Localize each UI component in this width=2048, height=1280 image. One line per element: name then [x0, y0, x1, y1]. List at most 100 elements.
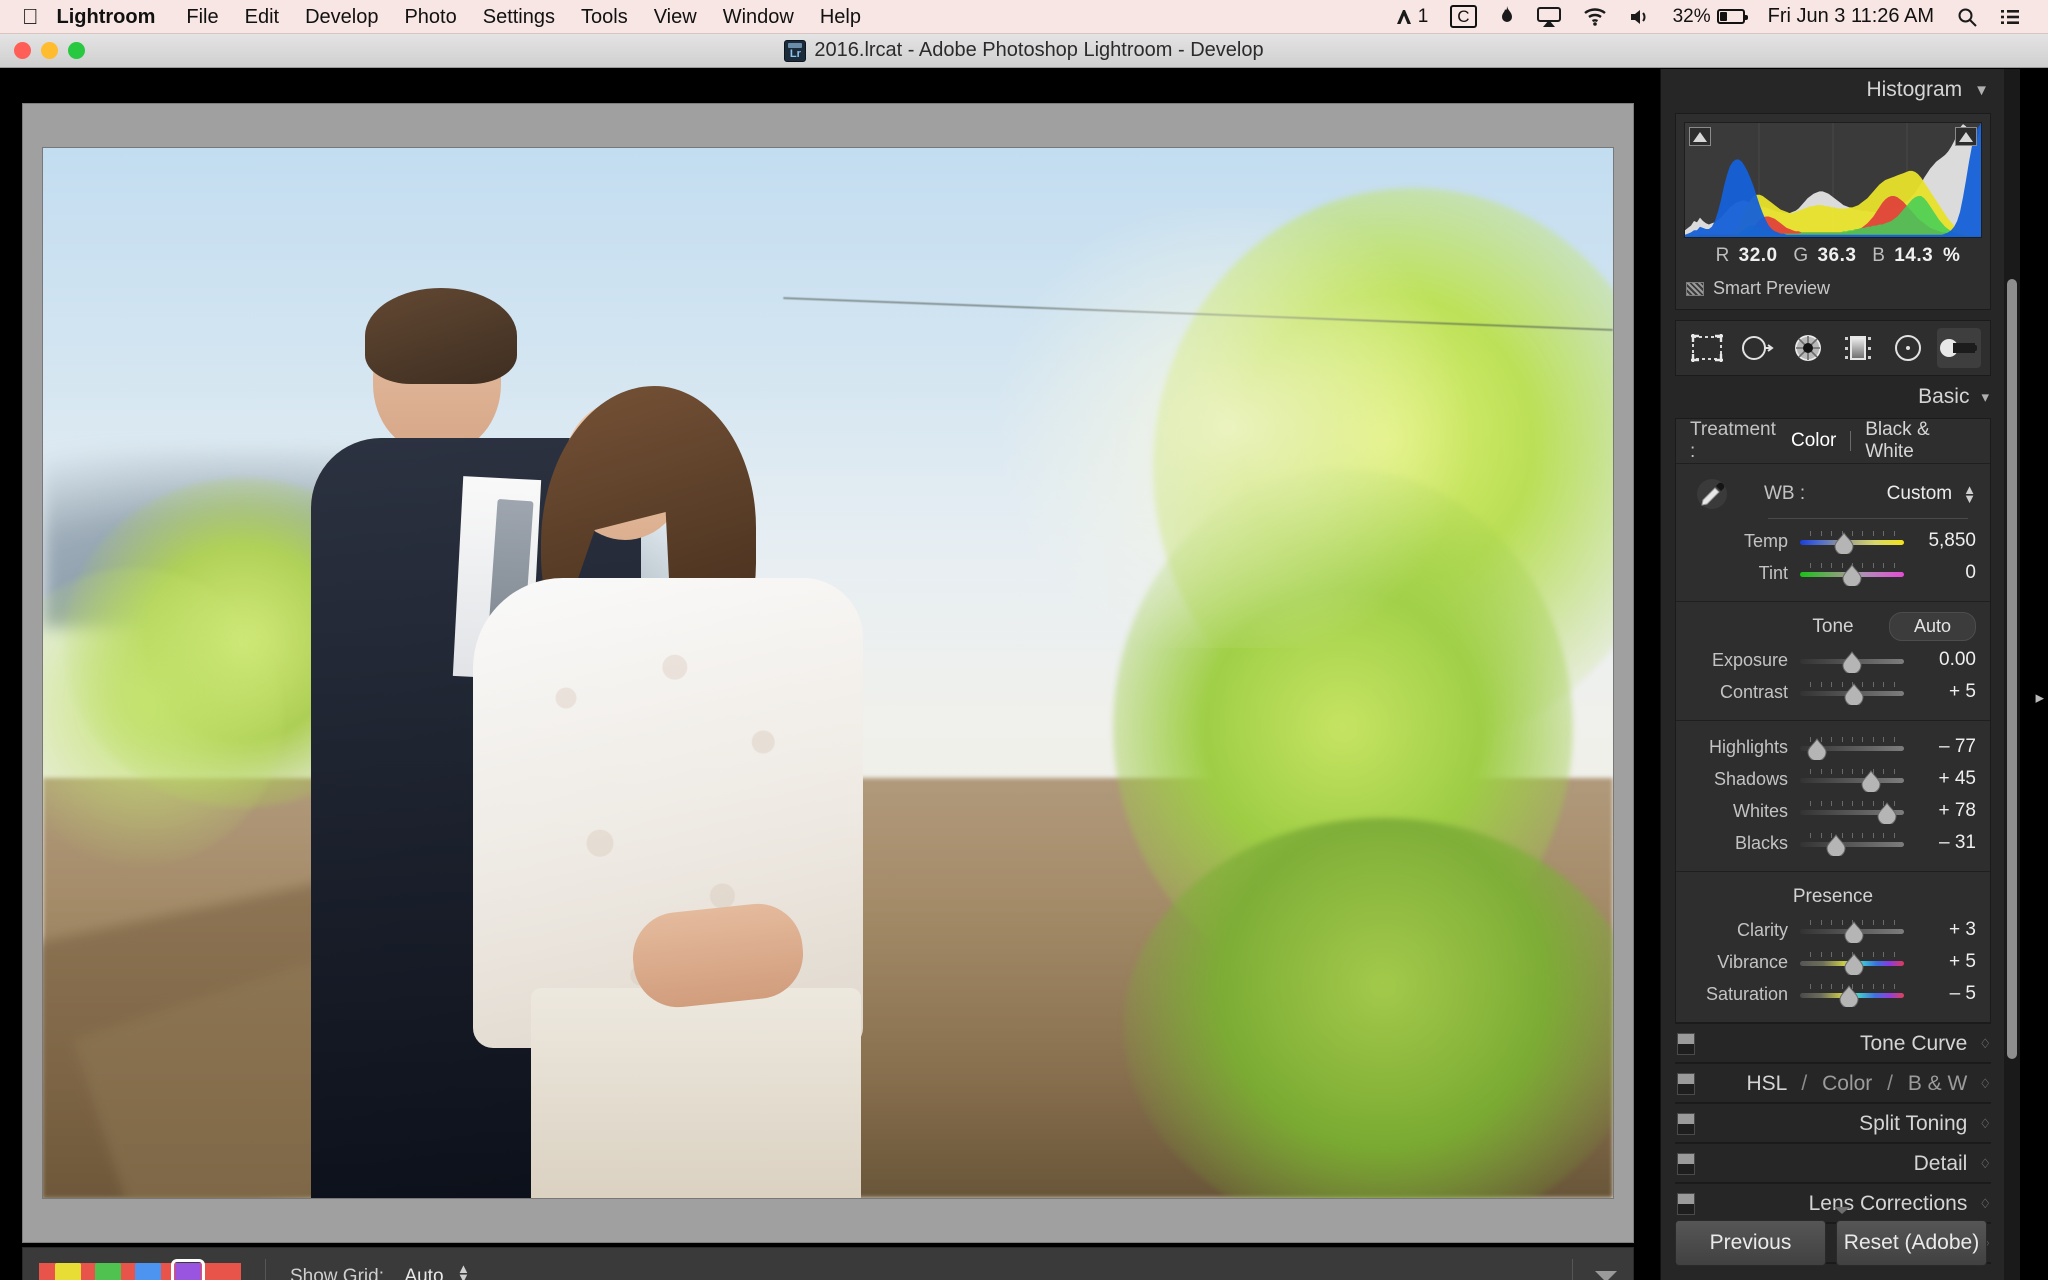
- menu-item-file[interactable]: File: [173, 0, 231, 34]
- slider-row-highlights: Highlights – 77: [1676, 731, 1990, 763]
- panel-enable-switch[interactable]: [1677, 1153, 1695, 1175]
- photo-canvas[interactable]: [22, 103, 1634, 1243]
- show-grid-value[interactable]: Auto: [404, 1266, 443, 1280]
- slider-temp[interactable]: [1800, 529, 1904, 556]
- scrollbar-thumb[interactable]: [2007, 279, 2017, 1059]
- panel-disclosure-icon[interactable]: ♢: [1979, 1076, 1991, 1092]
- apple-menu-icon[interactable]: : [0, 5, 55, 28]
- slider-blacks[interactable]: [1800, 831, 1904, 858]
- slider-exposure[interactable]: [1800, 648, 1904, 675]
- menu-item-settings[interactable]: Settings: [470, 0, 568, 34]
- adobe-cc-icon[interactable]: 1: [1383, 0, 1440, 34]
- panel-row-hsl-color-bw[interactable]: HSL / Color / B & W ♢: [1675, 1063, 1991, 1104]
- color-label-blue[interactable]: [171, 1259, 205, 1280]
- basic-title: Basic: [1918, 385, 1970, 408]
- adjustment-brush-tool[interactable]: [1936, 328, 1981, 368]
- adobe-cc-count: 1: [1417, 5, 1429, 27]
- color-label[interactable]: Color: [1822, 1072, 1872, 1095]
- menu-item-edit[interactable]: Edit: [232, 0, 292, 34]
- panel-disclosure-icon[interactable]: ♢: [1979, 1156, 1991, 1172]
- basic-section-header[interactable]: Basic ▾: [1661, 376, 2005, 418]
- red-eye-correction-tool[interactable]: [1786, 328, 1830, 368]
- shadow-clipping-indicator[interactable]: [1689, 127, 1711, 146]
- bw-label[interactable]: B & W: [1908, 1072, 1968, 1095]
- show-grid-stepper-icon[interactable]: ▲ ▼: [457, 1262, 470, 1280]
- panel-group-collapse-arrow[interactable]: [1834, 1207, 1850, 1214]
- graduated-filter-tool[interactable]: [1836, 328, 1880, 368]
- menu-item-develop[interactable]: Develop: [292, 0, 391, 34]
- auto-tone-button[interactable]: Auto: [1888, 612, 1976, 641]
- panel-enable-switch[interactable]: [1677, 1193, 1695, 1215]
- panel-row-tone-curve[interactable]: Tone Curve ♢: [1675, 1023, 1991, 1064]
- slider-whites[interactable]: [1800, 799, 1904, 826]
- toolbar-chevron-down-icon[interactable]: [1595, 1270, 1617, 1280]
- develop-right-panel: Histogram ▼ R 32.0 G 36.3 B 14.3 % Smart…: [1660, 69, 2020, 1280]
- white-balance-selector-icon[interactable]: [1690, 474, 1734, 514]
- window-title: Lr 2016.lrcat - Adobe Photoshop Lightroo…: [0, 34, 2048, 68]
- panel-row-split-toning[interactable]: Split Toning ♢: [1675, 1103, 1991, 1144]
- panel-title-tone-curve: Tone Curve: [1859, 1031, 1968, 1055]
- slider-value-blacks: – 31: [1939, 832, 1976, 853]
- menu-item-view[interactable]: View: [641, 0, 710, 34]
- slider-clarity[interactable]: [1800, 918, 1904, 945]
- slider-vibrance[interactable]: [1800, 950, 1904, 977]
- menu-app-name[interactable]: Lightroom: [55, 0, 174, 34]
- panel-row-detail[interactable]: Detail ♢: [1675, 1143, 1991, 1184]
- flame-icon[interactable]: [1488, 0, 1526, 34]
- crop-overlay-tool[interactable]: [1685, 328, 1729, 368]
- slider-tint[interactable]: [1800, 561, 1904, 588]
- panel-enable-switch[interactable]: [1677, 1033, 1695, 1055]
- menu-bar-clock[interactable]: Fri Jun 3 11:26 AM: [1756, 5, 1946, 28]
- menu-item-photo[interactable]: Photo: [391, 0, 469, 34]
- slider-label-tint: Tint: [1758, 562, 1788, 583]
- wifi-icon[interactable]: [1572, 0, 1618, 34]
- panel-row-lens-corrections[interactable]: Lens Corrections ♢: [1675, 1183, 1991, 1224]
- airplay-icon[interactable]: [1526, 0, 1572, 34]
- smart-preview-row[interactable]: Smart Preview: [1684, 270, 1982, 301]
- previous-button[interactable]: Previous: [1675, 1220, 1826, 1266]
- slider-saturation[interactable]: [1800, 982, 1904, 1009]
- panel-disclosure-icon[interactable]: ♢: [1979, 1116, 1991, 1132]
- wb-stepper-icon[interactable]: ▲ ▼: [1963, 483, 1976, 505]
- highlight-clipping-indicator[interactable]: [1955, 127, 1977, 146]
- radial-filter-tool[interactable]: [1886, 328, 1930, 368]
- color-label-green[interactable]: [135, 1263, 161, 1280]
- slider-label-highlights: Highlights: [1708, 736, 1788, 757]
- hsl-label[interactable]: HSL: [1747, 1072, 1787, 1095]
- volume-icon[interactable]: [1618, 0, 1662, 34]
- histogram-r-key: R: [1715, 245, 1730, 266]
- treatment-option-black-and-white[interactable]: Black & White: [1851, 419, 1976, 463]
- panel-title-lens-corrections: Lens Corrections: [1808, 1191, 1968, 1215]
- basic-disclosure-icon[interactable]: ▾: [1981, 388, 1989, 406]
- menu-item-help[interactable]: Help: [807, 0, 874, 34]
- spot-removal-tool[interactable]: [1735, 328, 1779, 368]
- menu-item-window[interactable]: Window: [710, 0, 807, 34]
- panel-disclosure-icon[interactable]: ♢: [1979, 1036, 1991, 1052]
- color-label-red[interactable]: [55, 1263, 81, 1280]
- slider-highlights[interactable]: [1800, 735, 1904, 762]
- histogram-graph[interactable]: [1684, 122, 1982, 238]
- treatment-option-color[interactable]: Color: [1777, 430, 1850, 452]
- photo-preview-image[interactable]: [43, 148, 1613, 1198]
- menu-item-tools[interactable]: Tools: [568, 0, 641, 34]
- reset-button[interactable]: Reset (Adobe): [1836, 1220, 1987, 1266]
- right-panel-collapse-arrow[interactable]: ▸: [2035, 689, 2044, 706]
- color-label-purple[interactable]: [215, 1263, 241, 1280]
- chevron-down-icon[interactable]: ▼: [1974, 82, 1989, 99]
- battery-status[interactable]: 32%: [1662, 0, 1756, 34]
- slider-label-shadows: Shadows: [1713, 768, 1788, 789]
- panel-enable-switch[interactable]: [1677, 1073, 1695, 1095]
- slider-contrast[interactable]: [1800, 680, 1904, 707]
- histogram-section-header[interactable]: Histogram ▼: [1661, 69, 2005, 111]
- panel-enable-switch[interactable]: [1677, 1113, 1695, 1135]
- panel-title-detail: Detail: [1913, 1151, 1968, 1175]
- c-badge-icon[interactable]: C: [1439, 0, 1487, 34]
- slider-shadows[interactable]: [1800, 767, 1904, 794]
- right-panel-scrollbar[interactable]: [2004, 69, 2020, 1280]
- treatment-row: Treatment : Color Black & White: [1676, 419, 1990, 463]
- panel-disclosure-icon[interactable]: ♢: [1979, 1196, 1991, 1212]
- search-icon[interactable]: [1946, 0, 1988, 34]
- notification-center-icon[interactable]: [1988, 0, 2032, 34]
- color-label-yellow[interactable]: [95, 1263, 121, 1280]
- wb-value[interactable]: Custom: [1887, 483, 1952, 505]
